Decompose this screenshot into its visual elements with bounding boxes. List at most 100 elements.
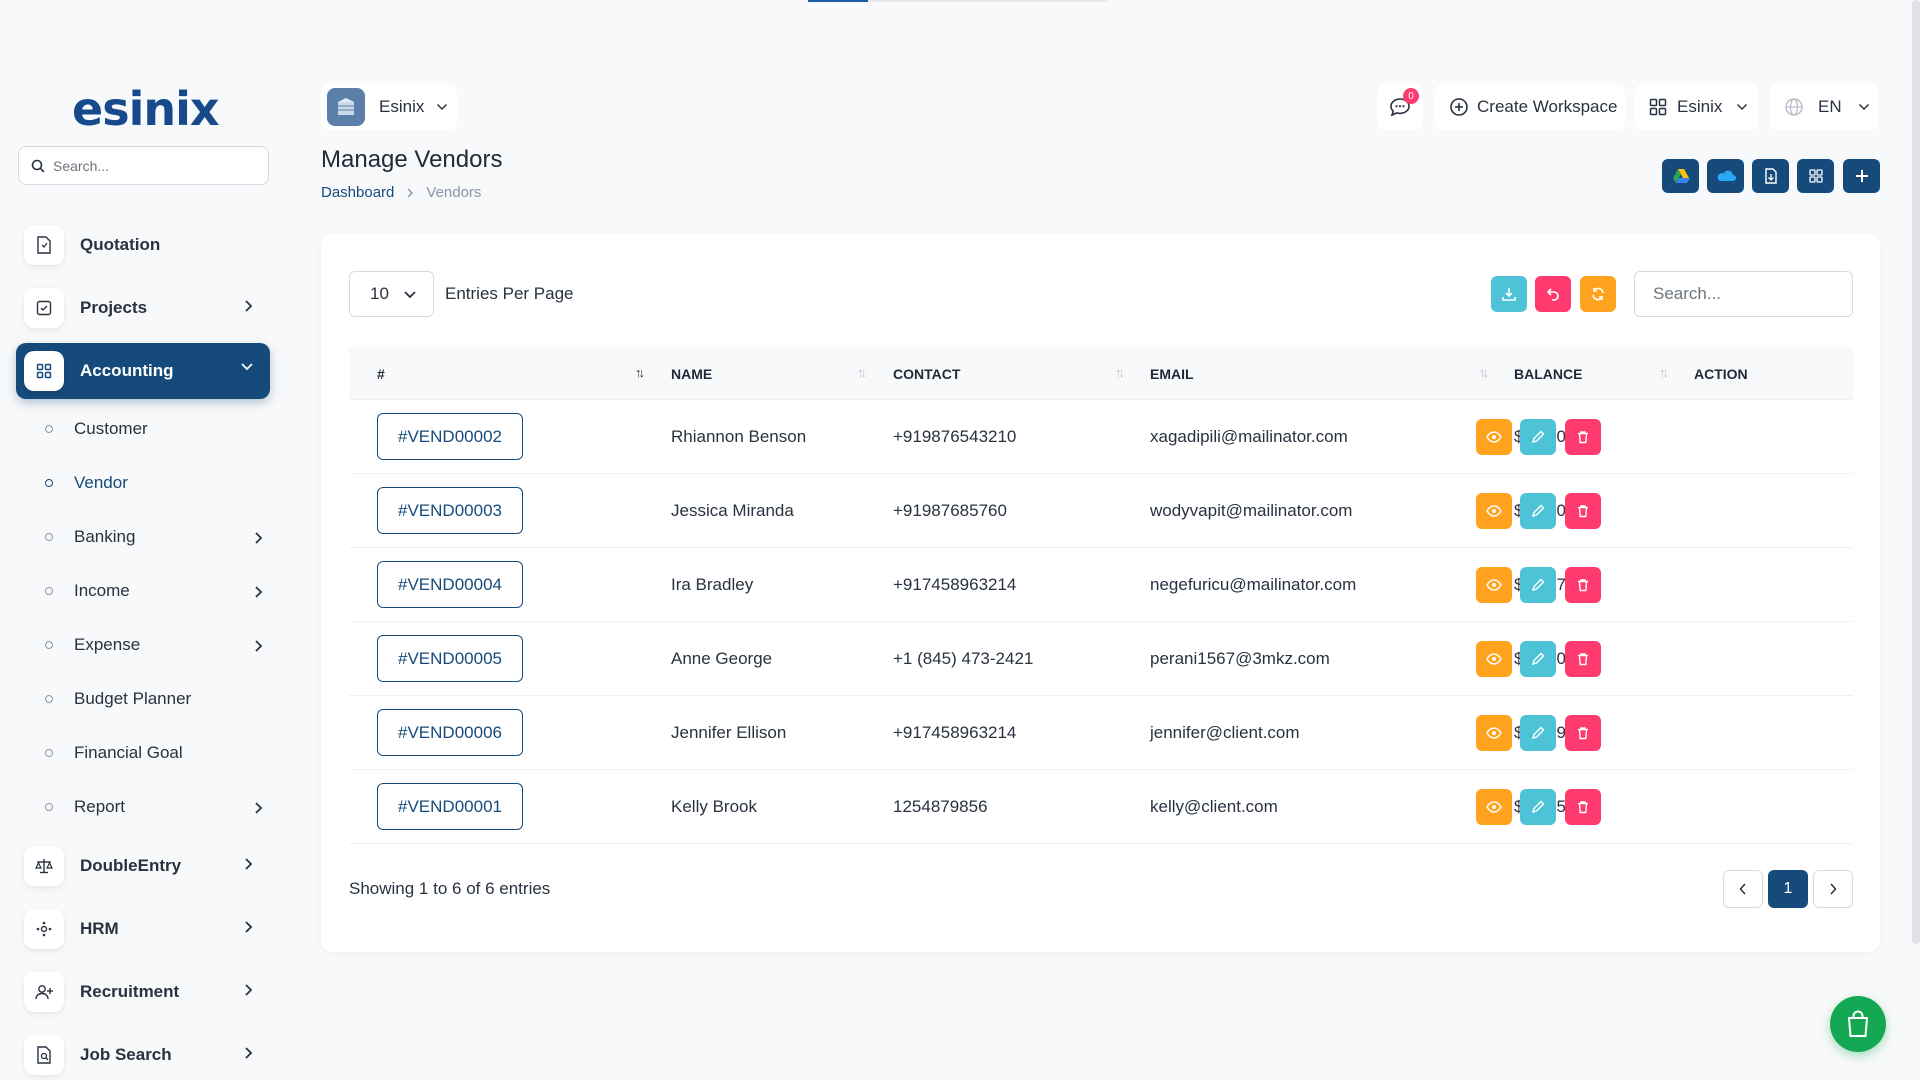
view-button[interactable] — [1476, 715, 1512, 751]
view-button[interactable] — [1476, 419, 1512, 455]
edit-button[interactable] — [1520, 567, 1556, 603]
grid-view-button[interactable] — [1797, 159, 1834, 193]
eye-icon — [1486, 505, 1502, 517]
edit-button[interactable] — [1520, 715, 1556, 751]
pencil-icon — [1531, 726, 1545, 740]
sidebar-subitem-financial-goal[interactable]: Financial Goal — [40, 733, 270, 773]
delete-button[interactable] — [1565, 419, 1601, 455]
sidebar-subitem-customer[interactable]: Customer — [40, 409, 270, 449]
google-drive-button[interactable] — [1662, 159, 1699, 193]
sidebar-subitem-label: Customer — [74, 419, 148, 438]
vendor-id-button[interactable]: #VEND00001 — [377, 783, 523, 830]
sidebar-item-recruitment[interactable]: Recruitment — [16, 964, 270, 1020]
plus-circle-icon — [1450, 98, 1468, 116]
column-header-contact[interactable]: CONTACT — [893, 347, 960, 400]
workspace-menu[interactable]: Esinix — [1635, 84, 1758, 130]
create-workspace-button[interactable]: Create Workspace — [1435, 84, 1625, 130]
pencil-icon — [1531, 504, 1545, 518]
add-vendor-button[interactable] — [1843, 159, 1880, 193]
vendor-email: wodyvapit@mailinator.com — [1150, 501, 1353, 520]
sidebar-item-accounting[interactable]: Accounting — [16, 343, 270, 399]
edit-button[interactable] — [1520, 789, 1556, 825]
view-button[interactable] — [1476, 493, 1512, 529]
brand-logo[interactable]: esinix — [72, 82, 220, 136]
workspace-switcher[interactable]: Esinix — [321, 84, 457, 130]
sidebar-subitem-expense[interactable]: Expense — [40, 625, 270, 665]
export-button[interactable] — [1491, 276, 1527, 312]
column-header-balance[interactable]: BALANCE — [1514, 347, 1582, 400]
view-button[interactable] — [1476, 789, 1512, 825]
breadcrumb: Dashboard Vendors — [321, 184, 481, 201]
sort-icon[interactable]: ↑↓ — [1115, 365, 1125, 380]
sidebar-subitem-income[interactable]: Income — [40, 571, 270, 611]
chevron-right-icon — [255, 802, 263, 814]
sidebar-item-label: DoubleEntry — [80, 856, 182, 875]
vendor-id-button[interactable]: #VEND00002 — [377, 413, 523, 460]
cart-button[interactable] — [1830, 996, 1886, 1052]
chevron-left-icon — [1739, 883, 1746, 895]
pagination-page[interactable]: 1 — [1768, 870, 1808, 908]
vendor-id-button[interactable]: #VEND00006 — [377, 709, 523, 756]
sidebar-subitem-vendor[interactable]: Vendor — [40, 463, 270, 503]
vendor-id-button[interactable]: #VEND00003 — [377, 487, 523, 534]
column-header-name[interactable]: NAME — [671, 347, 712, 400]
sidebar-search-input[interactable] — [53, 157, 253, 174]
vendor-name: Jennifer Ellison — [671, 723, 787, 742]
sort-icon[interactable]: ↑↓ — [1479, 365, 1489, 380]
sidebar-item-quotation[interactable]: Quotation — [16, 217, 270, 273]
pagination-prev[interactable] — [1723, 870, 1763, 908]
pagination-next[interactable] — [1813, 870, 1853, 908]
sort-icon[interactable]: ↑↓ — [635, 365, 645, 380]
view-button[interactable] — [1476, 641, 1512, 677]
language-label: EN — [1818, 97, 1842, 116]
edit-button[interactable] — [1520, 641, 1556, 677]
sidebar-search[interactable] — [18, 146, 269, 185]
language-selector[interactable]: EN — [1770, 84, 1878, 130]
vendor-id-button[interactable]: #VEND00004 — [377, 561, 523, 608]
edit-button[interactable] — [1520, 493, 1556, 529]
accounting-icon-wrap — [24, 351, 64, 391]
delete-button[interactable] — [1565, 493, 1601, 529]
vendor-contact: +91987685760 — [893, 501, 1007, 520]
bullet-icon — [45, 533, 53, 541]
page-scrollbar[interactable] — [1912, 0, 1920, 944]
sidebar-item-doubleentry[interactable]: DoubleEntry — [16, 838, 270, 894]
delete-button[interactable] — [1565, 715, 1601, 751]
sidebar-subitem-report[interactable]: Report — [40, 787, 270, 827]
workspace-avatar — [327, 88, 365, 126]
view-button[interactable] — [1476, 567, 1512, 603]
trash-icon — [1578, 505, 1588, 518]
bullet-icon — [45, 425, 53, 433]
breadcrumb-current: Vendors — [426, 184, 482, 201]
column-header-email[interactable]: EMAIL — [1150, 347, 1194, 400]
delete-button[interactable] — [1565, 789, 1601, 825]
vendor-name: Kelly Brook — [671, 797, 757, 816]
bullet-icon — [45, 803, 53, 811]
entries-per-page-select[interactable]: 10 — [349, 271, 434, 317]
table-search-input[interactable] — [1634, 271, 1853, 317]
delete-button[interactable] — [1565, 567, 1601, 603]
edit-button[interactable] — [1520, 419, 1556, 455]
vendors-card: 10 Entries Per Page # ↑↓ NAME ↑↓ CONTACT… — [321, 234, 1880, 952]
sidebar-subitem-banking[interactable]: Banking — [40, 517, 270, 557]
sidebar-item-projects[interactable]: Projects — [16, 280, 270, 336]
sidebar-item-hrm[interactable]: HRM — [16, 901, 270, 957]
grid-icon — [1808, 169, 1823, 183]
vendor-id-button[interactable]: #VEND00005 — [377, 635, 523, 682]
chevron-right-icon — [245, 858, 253, 870]
sidebar-item-job-search[interactable]: Job Search — [16, 1027, 270, 1080]
onedrive-button[interactable] — [1707, 159, 1744, 193]
breadcrumb-dashboard[interactable]: Dashboard — [321, 184, 394, 201]
sort-icon[interactable]: ↑↓ — [857, 365, 867, 380]
sidebar-subitem-label: Expense — [74, 635, 141, 654]
sidebar-subitem-label: Report — [74, 797, 126, 816]
reset-button[interactable] — [1535, 276, 1571, 312]
reload-button[interactable] — [1580, 276, 1616, 312]
sidebar-subitem-budget-planner[interactable]: Budget Planner — [40, 679, 270, 719]
delete-button[interactable] — [1565, 641, 1601, 677]
messages-button[interactable]: 0 — [1377, 84, 1423, 130]
column-header-number[interactable]: # — [377, 347, 385, 400]
import-button[interactable] — [1752, 159, 1789, 193]
sort-icon[interactable]: ↑↓ — [1659, 365, 1669, 380]
sidebar-item-label: Projects — [80, 298, 148, 317]
